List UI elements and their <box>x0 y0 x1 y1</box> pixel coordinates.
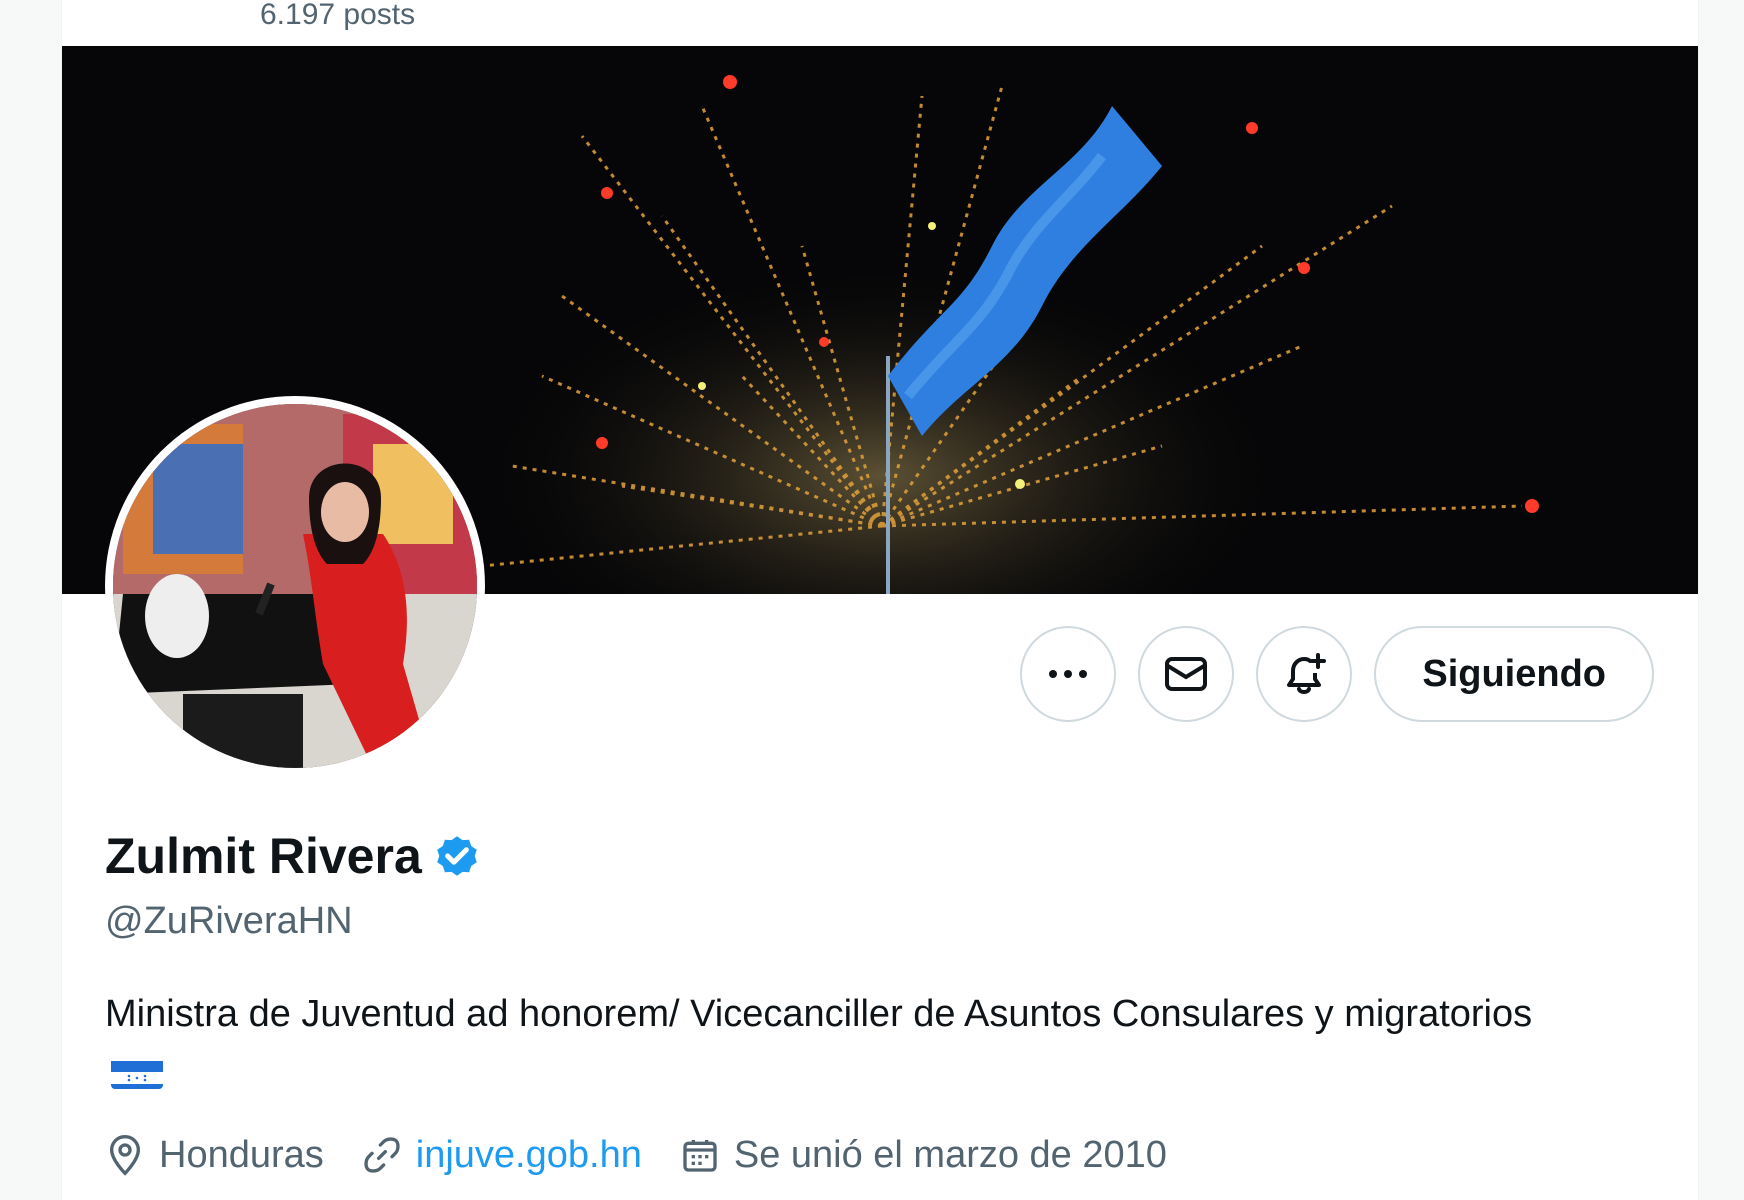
posts-count: 6.197 posts <box>260 0 416 31</box>
more-horizontal-icon <box>1049 670 1088 678</box>
display-name: Zulmit Rivera <box>105 828 422 884</box>
location-pin-icon <box>109 1134 141 1176</box>
joined-item: Se unió el marzo de 2010 <box>680 1132 1167 1178</box>
website-item[interactable]: injuve.gob.hn <box>362 1132 642 1178</box>
calendar-icon <box>683 1140 717 1172</box>
profile-page: 6.197 posts Siguiendo Zulmit Rivera @ZuR… <box>61 0 1699 1200</box>
user-handle: @ZuRiveraHN <box>105 900 353 942</box>
name-row: Zulmit Rivera <box>105 826 482 886</box>
verified-badge-icon[interactable] <box>432 831 482 881</box>
notifications-button[interactable] <box>1256 626 1353 722</box>
following-button[interactable]: Siguiendo <box>1374 626 1654 722</box>
profile-meta: Honduras injuve.gob.hn Se unió el marzo … <box>105 1132 1205 1178</box>
honduras-flag-icon <box>111 1055 163 1089</box>
profile-avatar[interactable] <box>105 396 485 776</box>
profile-actions: Siguiendo <box>1020 626 1654 722</box>
message-button[interactable] <box>1138 626 1235 722</box>
link-icon <box>364 1137 400 1173</box>
joined-text: Se unió el marzo de 2010 <box>733 1134 1167 1176</box>
location-text: Honduras <box>159 1134 324 1176</box>
profile-bio: Ministra de Juventud ad honorem/ Vicecan… <box>105 986 1565 1098</box>
more-button[interactable] <box>1020 626 1117 722</box>
bio-text: Ministra de Juventud ad honorem/ Vicecan… <box>105 993 1533 1035</box>
avatar-image <box>113 404 477 768</box>
location-item: Honduras <box>105 1132 324 1178</box>
envelope-icon <box>1165 657 1208 691</box>
website-link[interactable]: injuve.gob.hn <box>416 1132 642 1178</box>
bell-plus-icon <box>1287 653 1327 694</box>
